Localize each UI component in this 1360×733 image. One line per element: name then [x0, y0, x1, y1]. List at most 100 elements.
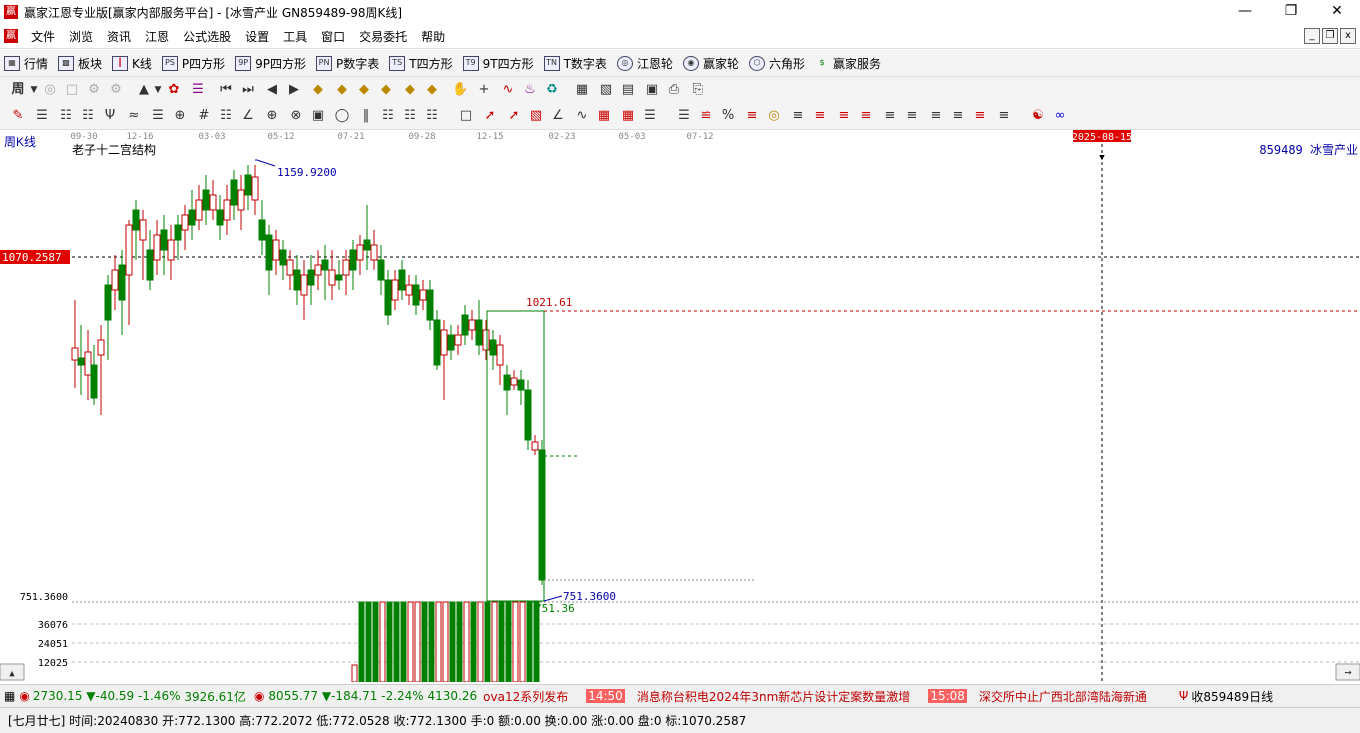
news-item-2[interactable]: 消息称台积电2024年3nm新芯片设计定案数量激增	[637, 688, 910, 705]
hand-icon[interactable]: ✋	[452, 82, 468, 98]
pen-icon[interactable]: ✎	[10, 108, 26, 124]
mdi-restore-icon[interactable]: ❐	[1322, 28, 1338, 44]
level4-icon[interactable]: ≡	[812, 108, 828, 124]
toolbar-gann-wheel-button[interactable]: ◎ 江恩轮	[616, 55, 673, 72]
level7-icon[interactable]: ≡	[882, 108, 898, 124]
level6-icon[interactable]: ≡	[858, 108, 874, 124]
level8-icon[interactable]: ≡	[904, 108, 920, 124]
doc-icon[interactable]: □	[64, 82, 80, 98]
menu-trade[interactable]: 交易委托	[352, 28, 414, 45]
grid5-icon[interactable]: ☷	[424, 108, 440, 124]
tool-icon[interactable]: ♨	[522, 82, 538, 98]
infinity-icon[interactable]: ∞	[1052, 108, 1068, 124]
level9-icon[interactable]: ≡	[928, 108, 944, 124]
yin-yang-icon[interactable]: ☯	[1030, 108, 1046, 124]
pct-line-icon[interactable]: ≌	[698, 108, 714, 124]
calendar-icon[interactable]: ▦	[574, 82, 590, 98]
hash2-icon[interactable]: ☷	[218, 108, 234, 124]
fib-icon[interactable]: ☰	[676, 108, 692, 124]
level-icon[interactable]: ≡	[744, 108, 760, 124]
mdi-minimize-icon[interactable]: _	[1304, 28, 1320, 44]
toolbar-psquare-button[interactable]: PS P四方形	[161, 55, 225, 72]
line-tool-icon[interactable]: ∿	[500, 82, 516, 98]
crosshair-icon[interactable]: +	[476, 82, 492, 98]
toolbar-tnumber-button[interactable]: TN T数字表	[543, 55, 607, 72]
right-icon[interactable]: ▶	[286, 82, 302, 98]
toolbar-kline-button[interactable]: ┃ K线	[112, 55, 152, 72]
period-selector[interactable]: 周	[10, 82, 26, 98]
first-icon[interactable]: ⏮	[218, 82, 234, 98]
calc-icon[interactable]: ▦	[4, 689, 15, 703]
lines-icon[interactable]: ☰	[150, 108, 166, 124]
hash-icon[interactable]: #	[196, 108, 212, 124]
menu-help[interactable]: 帮助	[414, 28, 452, 45]
menu-window[interactable]: 窗口	[314, 28, 352, 45]
hatch-icon[interactable]: ▧	[528, 108, 544, 124]
fork-icon[interactable]: Ψ	[102, 108, 118, 124]
zoom-icon[interactable]: ◎	[42, 82, 58, 98]
percent-icon[interactable]: %	[720, 108, 736, 124]
gann-grid-icon[interactable]: ☷	[58, 108, 74, 124]
formula-icon[interactable]: ✿	[166, 82, 182, 98]
diamond-icon[interactable]: ◆	[310, 82, 326, 98]
menu-file[interactable]: 文件	[24, 28, 62, 45]
target-icon[interactable]: ⊕	[264, 108, 280, 124]
parallel-icon[interactable]: ‖	[358, 108, 374, 124]
toolbar-quotes-button[interactable]: ▦ 行情	[4, 55, 48, 72]
slope-icon[interactable]: ∠	[550, 108, 566, 124]
left-icon[interactable]: ◀	[264, 82, 280, 98]
restore-icon[interactable]: ❐	[1268, 0, 1314, 24]
nodes2-icon[interactable]: ⚙	[108, 82, 124, 98]
toolbar-hexagon-button[interactable]: ⬡ 六角形	[748, 55, 805, 72]
box-icon[interactable]: ▣	[310, 108, 326, 124]
toolbar-pnumber-button[interactable]: PN P数字表	[316, 55, 379, 72]
level2-icon[interactable]: ◎	[766, 108, 782, 124]
level11-icon[interactable]: ≡	[972, 108, 988, 124]
save-icon[interactable]: ▣	[644, 82, 660, 98]
trend2-icon[interactable]: ➚	[506, 108, 522, 124]
spiral-icon[interactable]: ≈	[126, 108, 142, 124]
calc-icon[interactable]: ▧	[598, 82, 614, 98]
diamond3-icon[interactable]: ◆	[356, 82, 372, 98]
tool2-icon[interactable]: ♻	[544, 82, 560, 98]
diamond4-icon[interactable]: ◆	[378, 82, 394, 98]
angle-icon[interactable]: ∠	[240, 108, 256, 124]
menu-settings[interactable]: 设置	[238, 28, 276, 45]
export-icon[interactable]: ⎘	[690, 82, 706, 98]
toolbar-9psquare-button[interactable]: 9P 9P四方形	[235, 55, 306, 72]
sheet-icon[interactable]: ▤	[620, 82, 636, 98]
level12-icon[interactable]: ≡	[996, 108, 1012, 124]
dropdown-icon[interactable]: ▼	[26, 82, 42, 98]
toolbar-tsquare-button[interactable]: TS T四方形	[389, 55, 453, 72]
diamond6-icon[interactable]: ◆	[424, 82, 440, 98]
grid4-icon[interactable]: ☷	[402, 108, 418, 124]
target2-icon[interactable]: ⊗	[288, 108, 304, 124]
bracket-icon[interactable]: □	[458, 108, 474, 124]
close-icon[interactable]: ✕	[1314, 0, 1360, 24]
table2-icon[interactable]: ▦	[620, 108, 636, 124]
trend-icon[interactable]: ➚	[482, 108, 498, 124]
last-icon[interactable]: ⏭	[240, 82, 256, 98]
toolbar-winner-wheel-button[interactable]: ◉ 赢家轮	[682, 55, 739, 72]
mdi-close-icon[interactable]: x	[1340, 28, 1356, 44]
circle-grid-icon[interactable]: ⊕	[172, 108, 188, 124]
news-item-1[interactable]: ova12系列发布	[483, 688, 568, 705]
zigzag-icon[interactable]: ∿	[574, 108, 590, 124]
toolbar-blocks-button[interactable]: ▩ 板块	[58, 55, 102, 72]
news-item-3[interactable]: 深交所中止广西北部湾陆海新通	[979, 688, 1165, 705]
table-icon[interactable]: ▦	[596, 108, 612, 124]
level5-icon[interactable]: ≡	[836, 108, 852, 124]
toolbar-service-button[interactable]: $ 赢家服务	[815, 55, 881, 72]
grid3-icon[interactable]: ☷	[380, 108, 396, 124]
level10-icon[interactable]: ≡	[950, 108, 966, 124]
menu-tools[interactable]: 工具	[276, 28, 314, 45]
print-icon[interactable]: ⎙	[666, 82, 682, 98]
bars-icon[interactable]: ☰	[190, 82, 206, 98]
dropdown2-icon[interactable]: ▼	[150, 82, 166, 98]
menu-news[interactable]: 资讯	[100, 28, 138, 45]
minimize-icon[interactable]: —	[1222, 0, 1268, 24]
menu-gann[interactable]: 江恩	[138, 28, 176, 45]
diamond5-icon[interactable]: ◆	[402, 82, 418, 98]
menu-browse[interactable]: 浏览	[62, 28, 100, 45]
menu-formula[interactable]: 公式选股	[176, 28, 238, 45]
